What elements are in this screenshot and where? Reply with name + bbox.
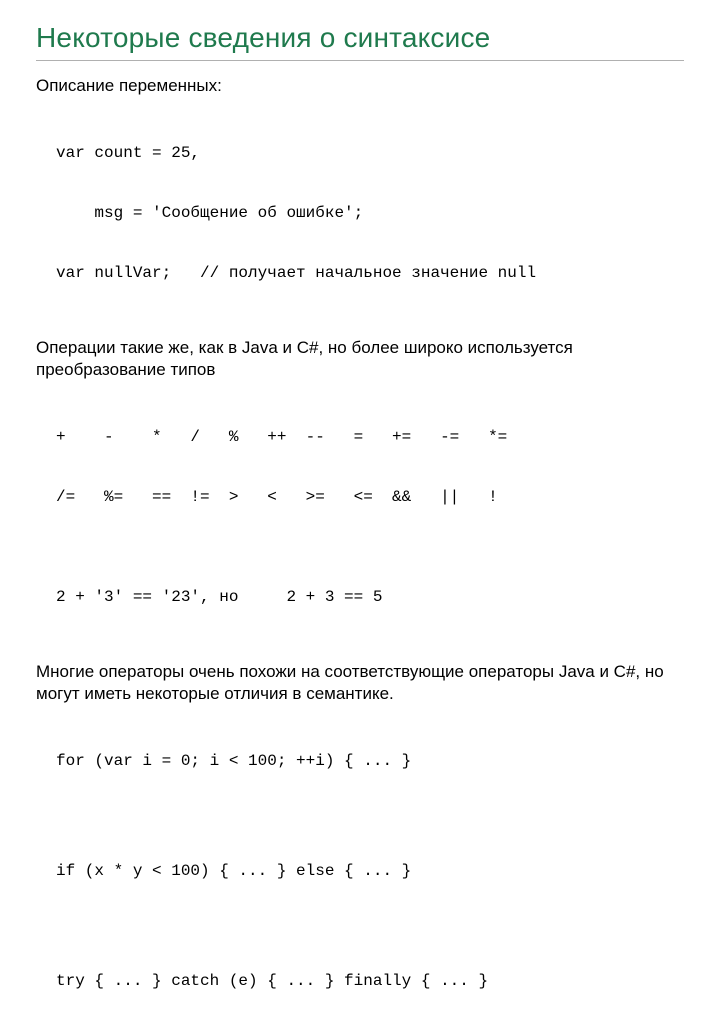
slide-title: Некоторые сведения о синтаксисе <box>36 22 684 54</box>
slide: Некоторые сведения о синтаксисе Описание… <box>0 0 720 540</box>
paragraph-variables: Описание переменных: <box>36 75 684 97</box>
title-rule <box>36 60 684 61</box>
code-line: /= %= == != > < >= <= && || ! <box>56 487 684 507</box>
code-line: for (var i = 0; i < 100; ++i) { ... } <box>56 751 684 771</box>
code-line: 2 + '3' == '23', но 2 + 3 == 5 <box>56 587 684 607</box>
paragraph-operators: Многие операторы очень похожи на соответ… <box>36 661 684 705</box>
code-line: var count = 25, <box>56 143 684 163</box>
code-line: var nullVar; // получает начальное значе… <box>56 263 684 283</box>
code-block-operations: + - * / % ++ -- = += -= *= /= %= == != >… <box>56 387 684 647</box>
code-block-statements: for (var i = 0; i < 100; ++i) { ... } if… <box>56 711 684 1031</box>
paragraph-operations: Операции такие же, как в Java и C#, но б… <box>36 337 684 381</box>
code-block-variables: var count = 25, msg = 'Сообщение об ошиб… <box>56 103 684 323</box>
code-line: msg = 'Сообщение об ошибке'; <box>56 203 684 223</box>
code-line: + - * / % ++ -- = += -= *= <box>56 427 684 447</box>
code-line: try { ... } catch (e) { ... } finally { … <box>56 971 684 991</box>
code-line: if (x * y < 100) { ... } else { ... } <box>56 861 684 881</box>
